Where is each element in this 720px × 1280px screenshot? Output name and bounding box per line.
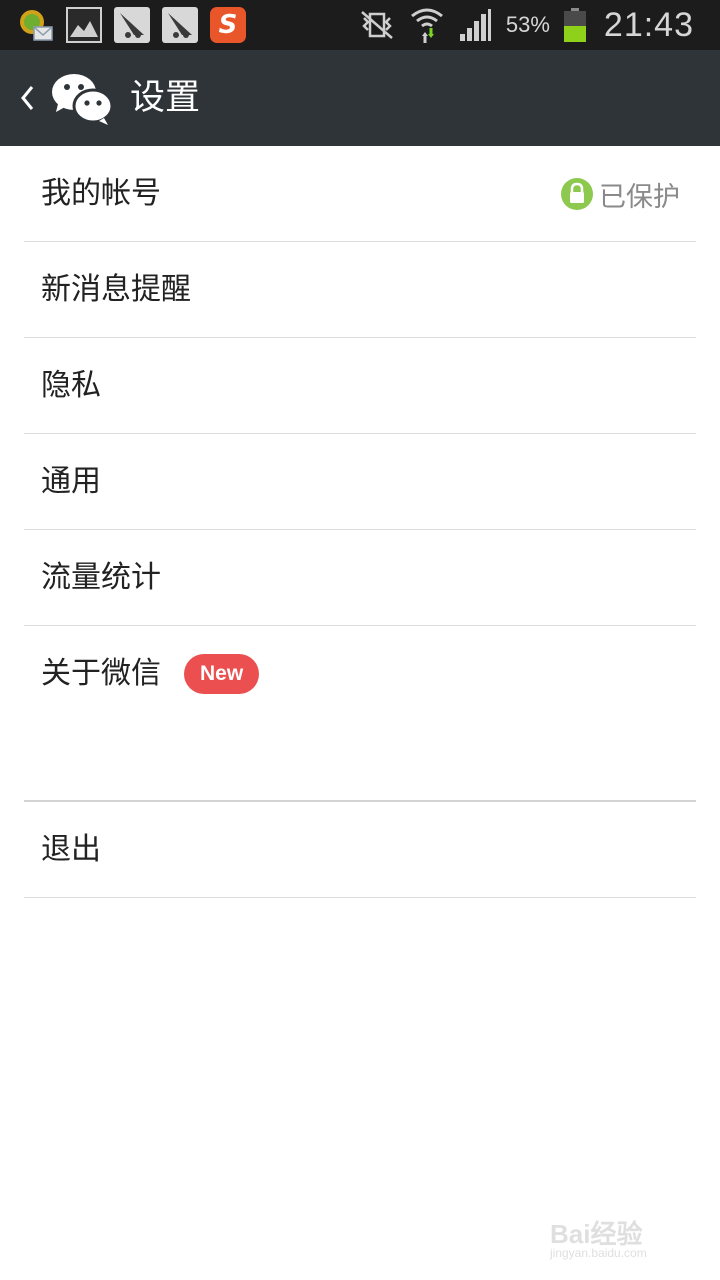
notification-icons: S [18,6,246,44]
signal-icon [459,9,491,41]
settings-item-label: 我的帐号 [41,176,161,211]
settings-item-privacy[interactable]: 隐私 [24,338,696,434]
settings-item-label: 隐私 [41,368,101,403]
account-status-text: 已保护 [599,181,680,213]
new-badge: New [184,654,260,694]
app-notification-icon [18,7,54,43]
battery-icon [563,8,586,42]
vibrate-icon [361,11,393,39]
settings-item-general[interactable]: 通用 [24,434,696,530]
baidu-jingyan-watermark: Bai经验 jingyan.baidu.com [550,1212,680,1262]
logout-button[interactable]: 退出 [24,802,696,898]
section-divider [24,722,696,802]
wechat-logo-icon [52,74,114,125]
settings-item-label: 新消息提醒 [41,272,191,307]
logout-label: 退出 [41,832,101,867]
wifi-icon [410,8,443,43]
settings-item-account[interactable]: 我的帐号 已保护 [24,146,696,242]
settings-item-about[interactable]: 关于微信 New [24,626,696,722]
settings-list: 我的帐号 已保护 新消息提醒 隐私 通用 流量统计 关于微信 New 退出 [0,146,720,898]
gallery-icon [66,7,102,43]
account-status: 已保护 [561,146,680,242]
settings-item-notifications[interactable]: 新消息提醒 [24,242,696,338]
chevron-left-icon[interactable] [18,84,36,112]
system-icons: 53% 21:43 [358,4,694,46]
settings-item-label: 流量统计 [41,560,161,595]
glider-app-icon [162,7,198,43]
title-bar: 设置 [0,50,720,146]
settings-item-label: 通用 [41,464,101,499]
battery-percent: 53% [505,12,550,37]
status-bar: S 53% 21:43 [0,0,720,50]
clock: 21:43 [603,5,694,44]
settings-item-label: 关于微信 [41,656,161,691]
lock-icon [561,178,593,210]
sogou-input-icon: S [210,7,246,43]
watermark-url: jingyan.baidu.com [550,1246,647,1260]
glider-app-icon [114,7,150,43]
settings-item-data-usage[interactable]: 流量统计 [24,530,696,626]
page-title: 设置 [130,78,201,118]
